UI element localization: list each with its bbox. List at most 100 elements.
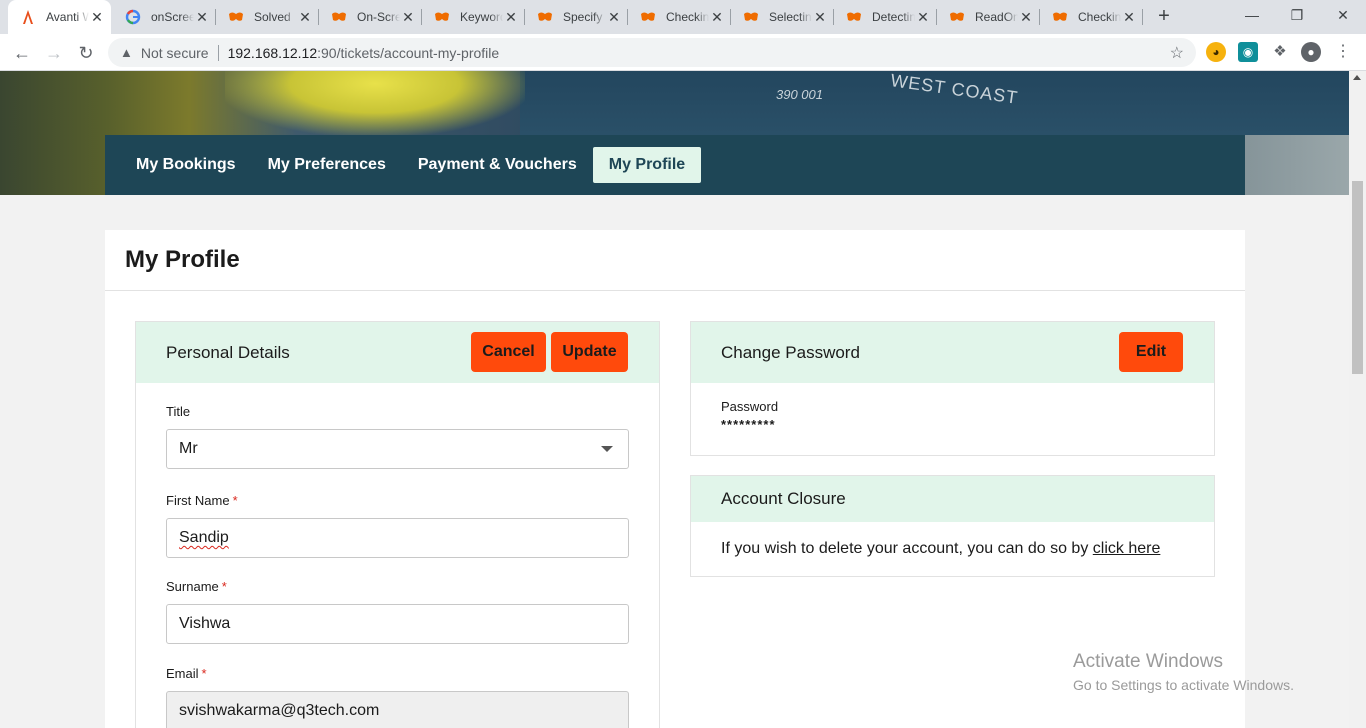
change-password-panel: Change Password Edit Password ********* [690, 321, 1215, 456]
required-marker: * [221, 579, 227, 594]
avanti-logo-icon [23, 10, 33, 24]
personal-details-panel: Personal Details Cancel Update Title Mr … [135, 321, 660, 728]
cancel-button[interactable]: Cancel [471, 332, 546, 372]
page-viewport: 390 001 WEST COAST My Bookings My Prefer… [0, 71, 1349, 728]
edit-password-button[interactable]: Edit [1119, 332, 1183, 372]
surname-label: Surname * [166, 579, 227, 594]
extension-square-icon[interactable]: ◉ [1238, 42, 1258, 62]
browser-toolbar: ← → ↻ ▲ Not secure 192.168.12.12:90/tick… [0, 34, 1366, 71]
browser-tab[interactable]: Solved ✕ [216, 0, 319, 34]
close-tab-icon[interactable]: ✕ [400, 9, 416, 26]
required-marker: * [201, 666, 207, 681]
browser-tab-strip: Avanti West Coast ✕ onScreen ✕ Solved ✕ … [0, 0, 1366, 34]
mask-icon [641, 12, 655, 21]
activate-windows-watermark: Activate Windows Go to Settings to activ… [1073, 651, 1294, 693]
nav-my-preferences[interactable]: My Preferences [252, 147, 402, 183]
close-tab-icon[interactable]: ✕ [915, 9, 931, 26]
url-path[interactable]: :90/tickets/account-my-profile [317, 45, 499, 61]
browser-tab[interactable]: Selecting ✕ [731, 0, 834, 34]
close-tab-icon[interactable]: ✕ [297, 9, 313, 26]
page-title: My Profile [125, 246, 240, 273]
tab-title: On-Screen [357, 10, 400, 24]
back-arrow-icon[interactable]: ← [8, 39, 36, 67]
reload-icon[interactable]: ↻ [72, 39, 100, 67]
browser-tab[interactable]: Checking ✕ [628, 0, 731, 34]
mask-icon [1053, 12, 1067, 21]
nav-my-bookings[interactable]: My Bookings [120, 147, 252, 183]
close-tab-icon[interactable]: ✕ [709, 9, 725, 26]
watermark-subtitle: Go to Settings to activate Windows. [1073, 677, 1294, 693]
title-select[interactable]: Mr [166, 429, 629, 469]
email-label: Email * [166, 666, 207, 681]
speedometer-extension-icon[interactable]: ◕ [1206, 42, 1226, 62]
title-select-value: Mr [179, 440, 198, 457]
email-value: svishwakarma@q3tech.com [179, 702, 380, 719]
browser-tab[interactable]: onScreen ✕ [113, 0, 216, 34]
tab-title: Avanti West Coast [46, 10, 89, 24]
minimize-icon[interactable]: — [1229, 0, 1275, 30]
tab-title: Detecting [872, 10, 915, 24]
tab-title: Specify [563, 10, 603, 24]
tab-title: Checking [666, 10, 709, 24]
browser-tab[interactable]: Avanti West Coast ✕ [8, 0, 111, 34]
account-closure-panel: Account Closure If you wish to delete yo… [690, 475, 1215, 577]
first-name-field[interactable]: Sandip [166, 518, 629, 558]
scroll-up-arrow-icon[interactable] [1353, 75, 1361, 80]
mask-icon [744, 12, 758, 21]
kebab-menu-icon[interactable]: ⋮ [1333, 42, 1353, 62]
tab-title: Keyword [460, 10, 503, 24]
browser-tab[interactable]: Detecting ✕ [834, 0, 937, 34]
warning-triangle-icon[interactable]: ▲ [120, 45, 133, 60]
close-tab-icon[interactable]: ✕ [1018, 9, 1034, 26]
close-tab-icon[interactable]: ✕ [89, 9, 105, 26]
nav-my-profile[interactable]: My Profile [592, 147, 702, 183]
close-tab-icon[interactable]: ✕ [1121, 9, 1137, 26]
train-number: 390 001 [776, 87, 823, 102]
email-field[interactable]: svishwakarma@q3tech.com [166, 691, 629, 728]
surname-field[interactable]: Vishwa [166, 604, 629, 644]
account-nav: My Bookings My Preferences Payment & Vou… [105, 135, 1245, 195]
required-marker: * [232, 493, 238, 508]
watermark-title: Activate Windows [1073, 651, 1223, 672]
title-label: Title [166, 404, 191, 419]
close-tab-icon[interactable]: ✕ [503, 9, 519, 26]
new-tab-icon[interactable]: + [1153, 6, 1175, 28]
puzzle-extensions-icon[interactable]: ❖ [1270, 42, 1290, 62]
nav-payment-vouchers[interactable]: Payment & Vouchers [402, 147, 593, 183]
url-host[interactable]: 192.168.12.12 [228, 45, 318, 61]
close-tab-icon[interactable]: ✕ [194, 9, 210, 26]
close-tab-icon[interactable]: ✕ [606, 9, 622, 26]
bookmark-star-icon[interactable]: ☆ [1170, 43, 1184, 63]
password-value: ********* [721, 417, 776, 432]
browser-tab[interactable]: ReadOnly ✕ [937, 0, 1040, 34]
profile-avatar-icon[interactable]: ● [1301, 42, 1321, 62]
browser-tab[interactable]: On-Screen ✕ [319, 0, 422, 34]
first-name-value: Sandip [179, 529, 229, 546]
google-icon [125, 9, 141, 25]
mask-icon [229, 12, 243, 21]
mask-icon [435, 12, 449, 21]
address-bar[interactable]: ▲ Not secure 192.168.12.12:90/tickets/ac… [108, 38, 1196, 67]
close-window-icon[interactable]: ✕ [1320, 0, 1366, 30]
tab-title: Selecting [769, 10, 812, 24]
browser-tab[interactable]: Keyword ✕ [422, 0, 525, 34]
mask-icon [950, 12, 964, 21]
security-label[interactable]: Not secure [141, 45, 209, 61]
chevron-down-icon [601, 446, 613, 452]
restore-icon[interactable]: ❐ [1274, 0, 1320, 30]
delete-account-link[interactable]: click here [1093, 540, 1161, 557]
account-closure-text: If you wish to delete your account, you … [721, 540, 1161, 557]
tab-title: Solved [254, 10, 291, 24]
divider [105, 290, 1245, 291]
mask-icon [332, 12, 346, 21]
forward-arrow-icon[interactable]: → [40, 39, 68, 67]
browser-tab[interactable]: Specify ✕ [525, 0, 628, 34]
browser-tab[interactable]: Checking ✕ [1040, 0, 1143, 34]
page-scrollbar[interactable] [1349, 71, 1366, 728]
tab-title: onScreen [151, 10, 194, 24]
close-tab-icon[interactable]: ✕ [812, 9, 828, 26]
mask-icon [538, 12, 552, 21]
scrollbar-thumb[interactable] [1352, 181, 1363, 374]
update-button[interactable]: Update [551, 332, 628, 372]
surname-value: Vishwa [179, 615, 231, 632]
